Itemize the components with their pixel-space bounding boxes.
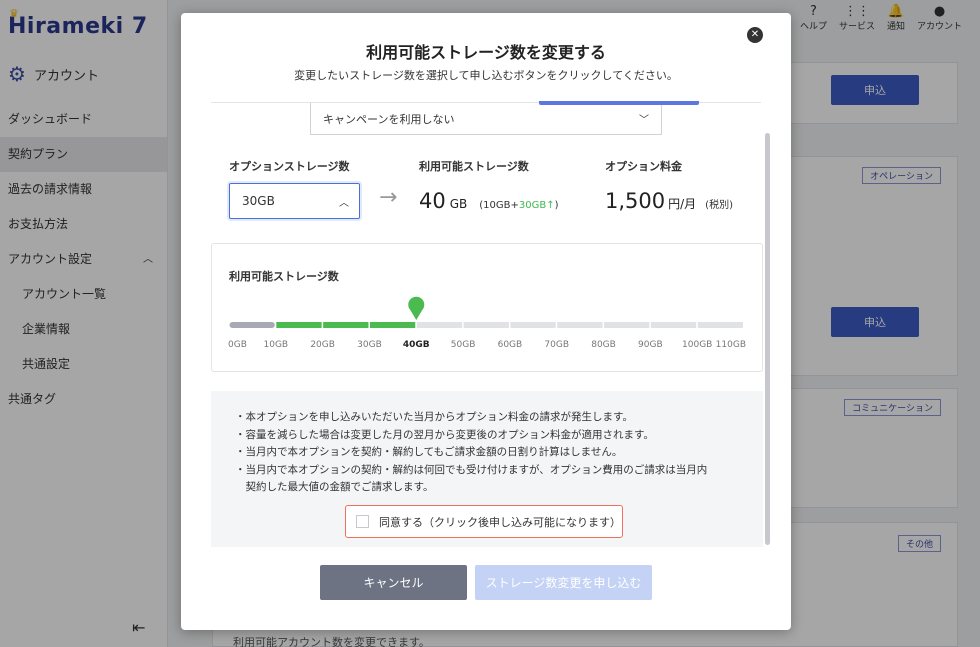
option-fee-value: 1,500 円/月 (税別) bbox=[605, 189, 733, 213]
gauge-segment[interactable] bbox=[416, 322, 463, 328]
note-item: 契約した最大値の金額でご請求します。 bbox=[235, 481, 434, 493]
arrow-up-icon: ↑ bbox=[546, 200, 555, 211]
gauge-tick-label: 70GB bbox=[544, 340, 569, 350]
note-item: ・本オプションを申し込みいただいた当月からオプション料金の請求が発生します。 bbox=[235, 411, 633, 423]
gauge-tick-label: 110GB bbox=[716, 340, 746, 350]
gauge-segment[interactable] bbox=[557, 322, 603, 328]
gauge-tick-label: 40GB bbox=[403, 340, 430, 350]
gauge-segment[interactable] bbox=[229, 322, 275, 328]
note-item: ・当月内で本オプションの契約・解約は何回でも受け付けますが、オプション費用のご請… bbox=[235, 463, 708, 476]
note-item: ・容量を減らした場合は変更した月の翌月から変更後のオプション料金が適用されます。 bbox=[235, 428, 654, 441]
gauge-tick-label: 10GB bbox=[264, 340, 289, 350]
gauge-tick-label: 20GB bbox=[310, 340, 335, 350]
campaign-select-value: キャンペーンを利用しない bbox=[323, 112, 455, 126]
modal-scrollbar[interactable] bbox=[765, 133, 770, 545]
storage-gauge-panel: 利用可能ストレージ数 0GB 10GB 20GB 30GB 40GB 50GB 60GB 70… bbox=[211, 243, 763, 372]
gauge-marker-icon[interactable] bbox=[408, 296, 425, 320]
gauge-tick-label: 60GB bbox=[498, 340, 523, 350]
submit-storage-change-button[interactable]: ストレージ数変更を申し込む bbox=[475, 565, 652, 600]
campaign-select[interactable]: キャンペーンを利用しない ﹀ bbox=[310, 101, 699, 135]
option-storage-label: オプションストレージ数 bbox=[229, 160, 350, 173]
agree-label: 同意する（クリック後申し込み可能になります） bbox=[379, 515, 621, 529]
modal-title: 利用可能ストレージ数を変更する bbox=[366, 43, 606, 62]
gauge-segment[interactable] bbox=[650, 322, 697, 328]
arrow-right-icon: → bbox=[379, 185, 398, 210]
gauge-tick-label: 50GB bbox=[451, 340, 476, 350]
notes-panel: ・本オプションを申し込みいただいた当月からオプション料金の請求が発生します。 ・… bbox=[211, 391, 763, 547]
chevron-up-icon: ︿ bbox=[339, 197, 349, 209]
gauge-segment[interactable] bbox=[369, 322, 416, 328]
gauge-tick-label: 100GB bbox=[682, 340, 712, 350]
gauge-tick-label: 30GB bbox=[357, 340, 382, 350]
gauge-segment[interactable] bbox=[697, 322, 743, 328]
gauge-tick-label: 0GB bbox=[228, 340, 247, 350]
gauge-tick-label: 80GB bbox=[591, 340, 616, 350]
gauge-tick-label: 90GB bbox=[638, 340, 663, 350]
gauge-segment[interactable] bbox=[463, 322, 509, 328]
change-storage-modal: ✕ 利用可能ストレージ数を変更する 変更したいストレージ数を選択して申し込むボタ… bbox=[181, 13, 791, 630]
note-item: ・当月内で本オプションを契約・解約してもご請求金額の日割り計算はしません。 bbox=[235, 446, 623, 458]
gauge-segment[interactable] bbox=[510, 322, 556, 328]
option-storage-select[interactable]: 30GB ︿ bbox=[229, 183, 360, 219]
agree-checkbox-row[interactable]: 同意する（クリック後申し込み可能になります） bbox=[345, 505, 623, 538]
cancel-button[interactable]: キャンセル bbox=[320, 565, 467, 600]
option-storage-value: 30GB bbox=[242, 194, 275, 208]
modal-subtitle: 変更したいストレージ数を選択して申し込むボタンをクリックしてください。 bbox=[294, 69, 678, 82]
storage-gauge[interactable]: 0GB 10GB 20GB 30GB 40GB 50GB 60GB 70GB 80GB 90GB 1… bbox=[212, 289, 764, 359]
gauge-segment[interactable] bbox=[323, 322, 369, 328]
chevron-down-icon: ﹀ bbox=[639, 115, 649, 126]
notes-list: ・本オプションを申し込みいただいた当月からオプション料金の請求が発生します。 ・… bbox=[235, 409, 735, 497]
available-storage-label: 利用可能ストレージ数 bbox=[419, 160, 529, 173]
gauge-segment[interactable] bbox=[604, 322, 650, 328]
option-fee-label: オプション料金 bbox=[605, 160, 682, 173]
gauge-segment[interactable] bbox=[276, 322, 322, 328]
storage-breakdown: (10GB+30GB↑) bbox=[479, 200, 559, 211]
campaign-tab-indicator bbox=[539, 101, 699, 105]
gauge-title: 利用可能ストレージ数 bbox=[229, 270, 339, 283]
agree-checkbox[interactable] bbox=[356, 515, 369, 528]
available-storage-value: 40 GB (10GB+30GB↑) bbox=[419, 189, 559, 213]
